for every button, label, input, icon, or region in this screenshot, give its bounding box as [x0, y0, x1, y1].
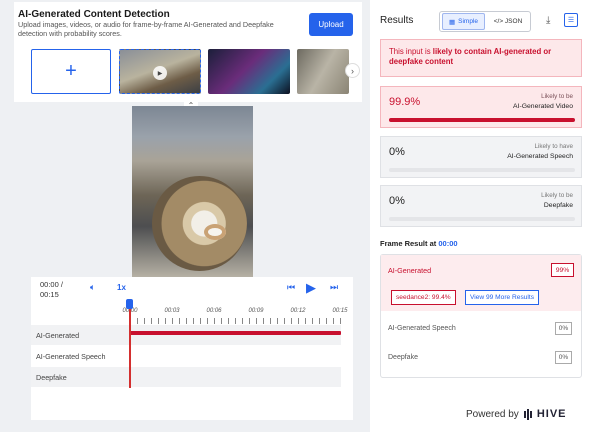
simple-view-button[interactable]: ▦ Simple: [442, 13, 485, 30]
score-value: 0%: [389, 146, 405, 158]
frame-ai-value: 99%: [551, 263, 574, 277]
score-type: Deepfake: [543, 202, 573, 209]
model-score-tag: seedance2: 99.4%: [391, 290, 456, 305]
media-thumbnail[interactable]: [208, 49, 290, 94]
frame-speech-value: 0%: [555, 322, 572, 335]
page-title: AI-Generated Content Detection: [18, 9, 170, 20]
ai-generated-track-bar[interactable]: [130, 331, 341, 335]
hive-brand: HIVE: [536, 408, 567, 420]
tick-label: 00:06: [206, 308, 222, 314]
track-label-ai-speech: AI-Generated Speech: [36, 352, 106, 361]
frame-deepfake-label: Deepfake: [388, 354, 418, 361]
skip-forward-icon[interactable]: ⏭︎: [330, 282, 338, 293]
plus-icon: +: [65, 60, 77, 82]
simple-label: Simple: [458, 18, 479, 25]
skip-back-icon[interactable]: ⏮︎: [287, 282, 295, 293]
score-caption: Likely to have: [534, 143, 573, 150]
playback-speed-button[interactable]: 1x: [117, 283, 126, 292]
video-preview[interactable]: [132, 106, 253, 278]
score-bar: [389, 217, 575, 221]
timeline-ticks: [130, 318, 342, 324]
track-label-ai-generated: AI-Generated: [36, 331, 80, 340]
tick-label: 00:15: [332, 308, 348, 314]
score-bar-fill: [389, 118, 575, 122]
json-view-button[interactable]: </> JSON: [488, 13, 528, 30]
media-thumbnail[interactable]: [297, 49, 349, 94]
results-title: Results: [380, 15, 414, 26]
media-thumbnail-selected[interactable]: ▶: [119, 49, 201, 94]
tick-label: 00:12: [290, 308, 306, 314]
play-icon: ▶: [153, 66, 167, 80]
volume-icon[interactable]: 🔈︎: [90, 282, 95, 293]
score-bar: [389, 118, 575, 122]
frame-time: 00:00: [438, 239, 458, 248]
video-frame-content: [152, 176, 247, 271]
playhead-handle[interactable]: [126, 299, 133, 309]
tick-label: 00:03: [164, 308, 180, 314]
page-subtitle: Upload images, videos, or audio for fram…: [18, 20, 274, 38]
tick-label: 00:09: [248, 308, 264, 314]
alert-prefix: This input is: [389, 47, 433, 56]
powered-by-footer: Powered by HIVE: [466, 408, 567, 420]
powered-by-text: Powered by: [466, 408, 519, 420]
score-caption: Likely to be: [541, 192, 573, 199]
frame-deepfake-value: 0%: [555, 351, 572, 364]
hive-logo-icon: [523, 408, 532, 420]
add-media-button[interactable]: +: [31, 49, 111, 94]
grid-icon: ▦: [448, 18, 456, 26]
playhead-line: [129, 306, 131, 388]
score-type: AI-Generated Speech: [507, 153, 573, 160]
chevron-right-icon[interactable]: ›: [345, 63, 360, 78]
track-row: [31, 367, 341, 387]
score-bar: [389, 168, 575, 172]
frame-ai-label: AI-Generated: [388, 266, 432, 275]
download-icon[interactable]: ⤓: [546, 15, 550, 26]
score-value: 0%: [389, 195, 405, 207]
score-type: AI-Generated Video: [513, 103, 573, 110]
score-card-ai-speech: 0% Likely to have AI-Generated Speech: [380, 136, 582, 178]
upload-button[interactable]: Upload: [309, 13, 353, 36]
video-frame-content: [204, 224, 226, 240]
score-card-deepfake: 0% Likely to be Deepfake: [380, 185, 582, 227]
score-card-ai-video: 99.9% Likely to be AI-Generated Video: [380, 86, 582, 128]
frame-speech-label: AI-Generated Speech: [388, 325, 456, 332]
filter-icon[interactable]: ☰: [564, 13, 578, 27]
track-label-deepfake: Deepfake: [36, 373, 67, 382]
play-icon[interactable]: ▶: [306, 280, 316, 296]
score-caption: Likely to be: [541, 93, 573, 100]
frame-title-text: Frame Result at: [380, 239, 439, 248]
time-current: 00:00 /: [40, 280, 63, 289]
time-total: 00:15: [40, 290, 59, 299]
view-more-results-button[interactable]: View 99 More Results: [465, 290, 540, 305]
time-readout: 00:00 / 00:15: [40, 280, 70, 300]
frame-result-title: Frame Result at 00:00: [380, 239, 458, 248]
verdict-alert: This input is likely to contain AI-gener…: [380, 39, 582, 77]
score-value: 99.9%: [389, 96, 421, 108]
